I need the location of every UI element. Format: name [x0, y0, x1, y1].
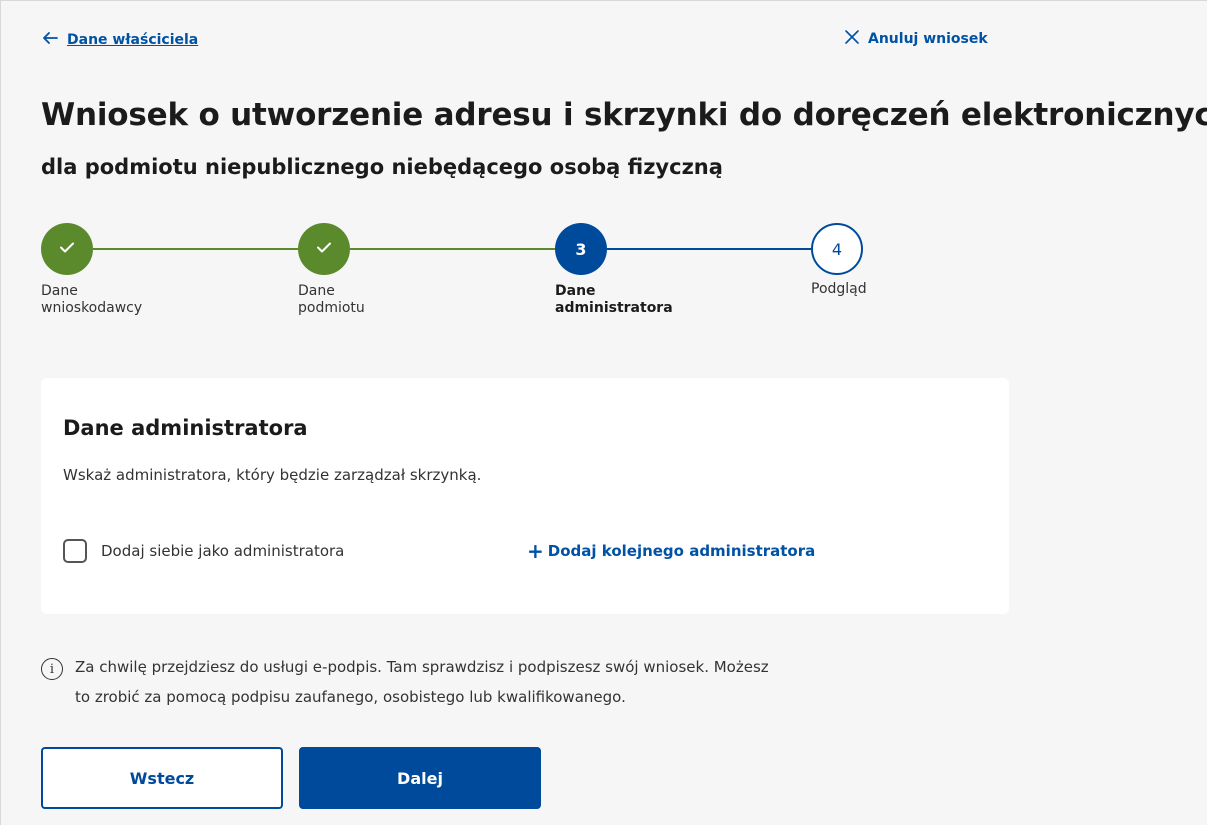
info-icon: i	[41, 658, 63, 680]
step-2-label-line2: podmiotu	[298, 300, 365, 316]
step-1-label: Dane wnioskodawcy	[41, 283, 201, 317]
step-4-label: Podgląd	[811, 281, 971, 298]
step-connector	[607, 248, 811, 250]
step-connector	[350, 248, 555, 250]
step-2-circle	[298, 223, 350, 275]
page: Dane właściciela Anuluj wniosek Wniosek …	[0, 0, 1207, 825]
back-button[interactable]: Wstecz	[41, 747, 283, 809]
step-3-label-line1: Dane	[555, 283, 596, 299]
checkmark-icon	[315, 238, 333, 260]
add-self-checkbox-row[interactable]: Dodaj siebie jako administratora	[63, 539, 344, 563]
info-line-1: Za chwilę przejdziesz do usługi e-podpis…	[75, 658, 769, 676]
step-connector	[93, 248, 298, 250]
add-administrator-button[interactable]: + Dodaj kolejnego administratora	[527, 539, 816, 563]
step-1-circle	[41, 223, 93, 275]
info-line-2: to zrobić za pomocą podpisu zaufanego, o…	[75, 688, 626, 706]
top-navigation: Dane właściciela Anuluj wniosek	[41, 29, 1207, 51]
step-3-label: Dane administratora	[555, 283, 715, 317]
add-self-checkbox-label: Dodaj siebie jako administratora	[101, 542, 345, 560]
step-2-label-line1: Dane	[298, 283, 335, 299]
step-3-number: 3	[575, 239, 587, 259]
info-notice: i Za chwilę przejdziesz do usługi e-podp…	[41, 656, 1031, 712]
close-icon	[844, 29, 860, 49]
step-4-circle: 4	[811, 223, 863, 275]
info-text: Za chwilę przejdziesz do usługi e-podpis…	[75, 652, 769, 712]
step-1-label-line2: wnioskodawcy	[41, 300, 143, 316]
cancel-application-link[interactable]: Anuluj wniosek	[844, 29, 988, 49]
step-3-label-line2: administratora	[555, 300, 673, 316]
step-2-label: Dane podmiotu	[298, 283, 458, 317]
back-link[interactable]: Dane właściciela	[41, 29, 198, 51]
page-subtitle: dla podmiotu niepublicznego niebędącego …	[41, 155, 723, 179]
card-title: Dane administratora	[63, 416, 308, 440]
plus-icon: +	[527, 539, 544, 563]
step-4-number: 4	[831, 239, 843, 259]
add-self-checkbox[interactable]	[63, 539, 87, 563]
progress-stepper: Dane wnioskodawcy Dane podmiotu 3 Dane a…	[41, 223, 881, 333]
administrator-card: Dane administratora Wskaż administratora…	[41, 378, 1009, 614]
add-administrator-label: Dodaj kolejnego administratora	[547, 542, 816, 560]
checkmark-icon	[58, 238, 76, 260]
page-title: Wniosek o utworzenie adresu i skrzynki d…	[41, 97, 1207, 133]
back-link-label: Dane właściciela	[67, 32, 199, 48]
arrow-left-icon	[41, 29, 59, 51]
cancel-link-label: Anuluj wniosek	[868, 31, 988, 47]
step-3-circle: 3	[555, 223, 607, 275]
step-1-label-line1: Dane	[41, 283, 78, 299]
next-button[interactable]: Dalej	[299, 747, 541, 809]
card-description: Wskaż administratora, który będzie zarzą…	[63, 466, 482, 484]
step-4-label-line1: Podgląd	[811, 281, 867, 297]
